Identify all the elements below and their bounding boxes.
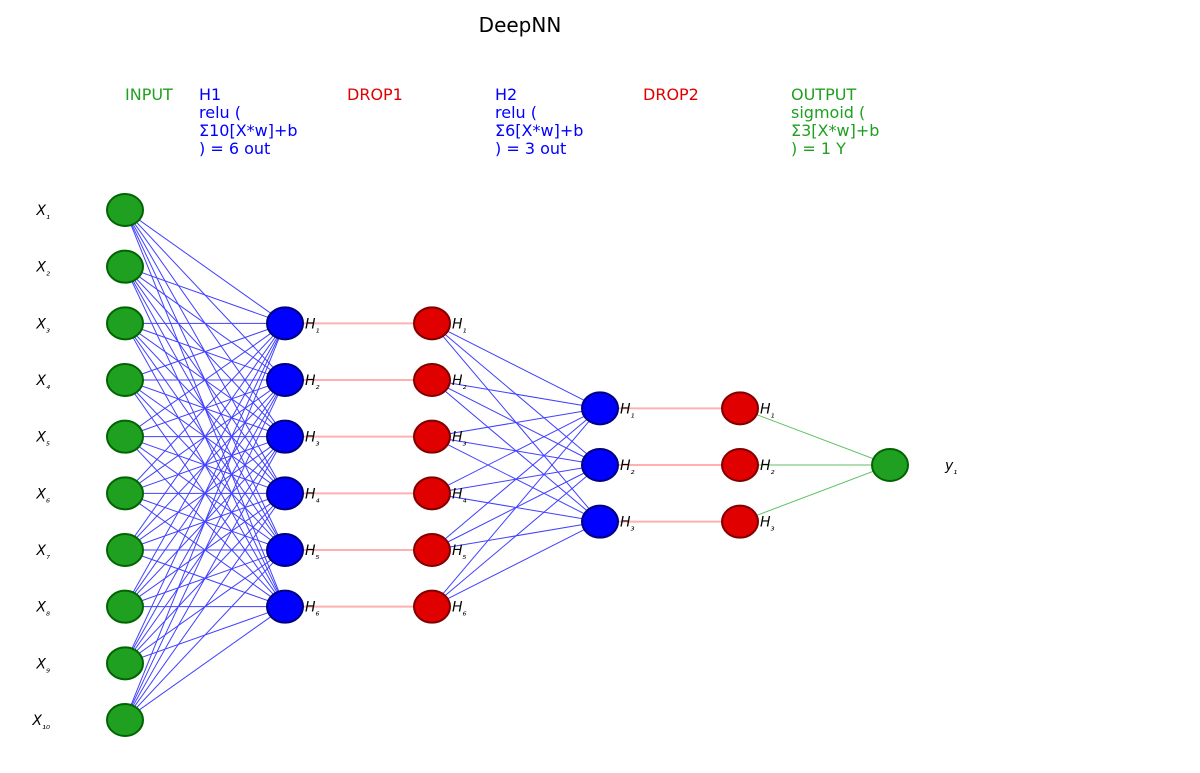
layer-header-h2: H2relu (Σ6[X*w]+b) = 3 out [495,85,583,158]
layer-header-h2-line0: H2 [495,85,517,104]
deepnn-diagram: DeepNN INPUTH1relu (Σ10[X*w]+b) = 6 outD… [0,0,1200,773]
h1-node-2 [267,364,303,396]
h1-node-3-label: H₃ [305,430,320,449]
edge-input-h1 [125,437,285,720]
input-node-2 [107,251,143,283]
layer-header-output-line3: ) = 1 Y [791,139,846,158]
drop1-node-6-label: H₆ [452,600,467,619]
h1-node-2-label: H₂ [305,373,320,392]
layer-header-output: OUTPUTsigmoid (Σ3[X*w]+b) = 1 Y [791,85,879,158]
h1-node-6-label: H₆ [305,600,320,619]
input-node-10-label: X₁₀ [31,713,50,732]
h2-node-2-label: H₂ [620,458,635,477]
edge-drop1-h2 [432,522,600,607]
drop1-node-1-label: H₁ [452,316,467,335]
layer-header-drop1: DROP1 [347,85,403,104]
input-node-6 [107,477,143,509]
diagram-title: DeepNN [479,13,562,37]
h2-node-3-label: H₃ [620,515,635,534]
input-node-5-label: X₅ [35,430,50,449]
h1-node-5 [267,534,303,566]
edge-input-h1 [125,210,285,323]
drop2-node-1 [722,392,758,424]
layer-header-drop2-line0: DROP2 [643,85,699,104]
drop1-node-3-label: H₃ [452,430,467,449]
h1-node-4-label: H₄ [305,486,320,505]
layer-header-h2-line1: relu ( [495,103,537,122]
layer-header-h1-line1: relu ( [199,103,241,122]
drop1-node-1 [414,307,450,339]
drop1-node-3 [414,421,450,453]
edge-input-h1 [125,323,285,720]
h1-node-1 [267,307,303,339]
layer-header-h1-line0: H1 [199,85,221,104]
output-node-1 [872,449,908,481]
input-node-10 [107,704,143,736]
drop1-node-2 [414,364,450,396]
input-node-3 [107,307,143,339]
edge-input-h1 [125,607,285,720]
layer-header-drop2: DROP2 [643,85,699,104]
drop1-node-5 [414,534,450,566]
output-node-1-label: y₁ [944,458,957,477]
input-node-7 [107,534,143,566]
input-node-4-label: X₄ [35,373,50,392]
layer-header-h1: H1relu (Σ10[X*w]+b) = 6 out [199,85,298,158]
h2-node-1 [582,392,618,424]
h1-node-3 [267,421,303,453]
h2-node-2 [582,449,618,481]
drop1-node-2-label: H₂ [452,373,467,392]
drop1-node-4 [414,477,450,509]
drop2-node-3 [722,506,758,538]
input-node-8 [107,591,143,623]
input-node-3-label: X₃ [35,316,50,335]
drop2-node-1-label: H₁ [760,401,775,420]
input-node-1 [107,194,143,226]
drop2-node-3-label: H₃ [760,515,775,534]
input-node-1-label: X₁ [35,203,50,222]
input-node-8-label: X₈ [35,600,50,619]
layer-header-output-line0: OUTPUT [791,85,856,104]
h1-node-1-label: H₁ [305,316,320,335]
input-node-7-label: X₇ [35,543,50,562]
h1-node-6 [267,591,303,623]
drop1-node-5-label: H₅ [452,543,467,562]
input-node-9 [107,647,143,679]
layer-header-h2-line3: ) = 3 out [495,139,566,158]
edge-drop1-h2 [432,408,600,493]
layer-header-output-line2: Σ3[X*w]+b [791,121,879,140]
drop2-node-2 [722,449,758,481]
drop2-node-2-label: H₂ [760,458,775,477]
input-node-2-label: X₂ [35,260,50,279]
h1-node-5-label: H₅ [305,543,320,562]
h2-node-1-label: H₁ [620,401,635,420]
h1-node-4 [267,477,303,509]
layer-header-h2-line2: Σ6[X*w]+b [495,121,583,140]
input-node-9-label: X₉ [35,656,50,675]
input-node-6-label: X₆ [35,486,50,505]
layer-header-input: INPUT [125,85,173,104]
edge-input-h1 [125,550,285,720]
layer-header-h1-line2: Σ10[X*w]+b [199,121,298,140]
edge-input-h1 [125,267,285,324]
h2-node-3 [582,506,618,538]
input-node-5 [107,421,143,453]
layer-header-output-line1: sigmoid ( [791,103,865,122]
drop1-node-6 [414,591,450,623]
input-node-4 [107,364,143,396]
layer-header-h1-line3: ) = 6 out [199,139,270,158]
layer-header-input-line0: INPUT [125,85,173,104]
edge-drop1-h2 [432,323,600,408]
layer-header-drop1-line0: DROP1 [347,85,403,104]
drop1-node-4-label: H₄ [452,486,467,505]
